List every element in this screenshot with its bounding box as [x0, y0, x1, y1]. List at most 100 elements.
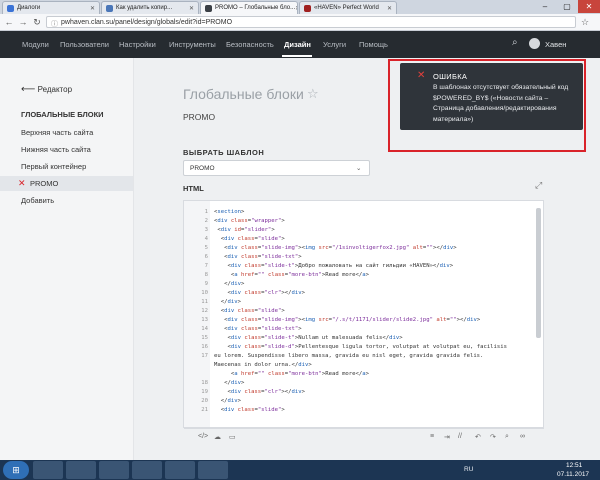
avatar[interactable]: [529, 38, 540, 49]
line-number: 18: [201, 380, 208, 386]
browser-tab-2[interactable]: Как удалить копир... ✕: [101, 1, 199, 14]
line-number: 3: [204, 227, 208, 233]
code-line: <section>: [214, 209, 245, 215]
line-number: 5: [204, 245, 208, 251]
taskbar-app-icon[interactable]: [165, 461, 195, 479]
user-name[interactable]: Хавен: [545, 31, 566, 58]
code-line: eu lorem. Suspendisse libero massa, grav…: [214, 353, 484, 359]
line-number: 13: [201, 317, 208, 323]
comment-icon[interactable]: //: [458, 433, 462, 440]
taskbar-app-icon[interactable]: [132, 461, 162, 479]
line-number: 10: [201, 290, 208, 296]
upload-icon[interactable]: ☁: [214, 433, 221, 441]
close-window-icon[interactable]: ✕: [578, 0, 600, 13]
maximize-icon[interactable]: ▢: [556, 0, 578, 13]
code-line: </div>: [214, 398, 241, 404]
code-line: <div class="slide">: [214, 236, 285, 242]
page-info-icon[interactable]: ⓘ: [51, 19, 58, 29]
code-line: <div class="slide-txt">: [214, 254, 302, 260]
line-number: 15: [201, 335, 208, 341]
close-icon[interactable]: ✕: [295, 5, 297, 12]
code-line: <div class="clr"></div>: [214, 290, 305, 296]
close-icon[interactable]: ✕: [189, 5, 194, 12]
code-line: <div class="slide">: [214, 407, 285, 413]
tab-favicon-icon: [7, 4, 14, 12]
taskbar-app-icon[interactable]: [198, 461, 228, 479]
taskbar-app-icon[interactable]: [99, 461, 129, 479]
code-line: <div class="clr"></div>: [214, 389, 305, 395]
tab-title: Диалоги: [17, 5, 41, 11]
line-number: 12: [201, 308, 208, 314]
sidebar-item-add[interactable]: Добавить: [21, 196, 54, 205]
line-number: 19: [201, 389, 208, 395]
forward-arrow-icon[interactable]: →: [16, 15, 30, 29]
html-label: HTML: [183, 184, 204, 193]
close-icon[interactable]: ✕: [18, 178, 26, 189]
undo-icon[interactable]: ↶: [475, 433, 481, 441]
settings-icon[interactable]: ∞: [520, 433, 525, 440]
nav-item-help[interactable]: Помощь: [359, 31, 388, 58]
code-icon[interactable]: </>: [198, 433, 208, 440]
sidebar-item-header[interactable]: Верхняя часть сайта: [21, 128, 93, 137]
nav-item-settings[interactable]: Настройки: [119, 31, 156, 58]
search-icon[interactable]: ⌕: [505, 433, 509, 441]
taskbar-explorer-icon[interactable]: [66, 461, 96, 479]
code-line: <div class="slide-img"><img src="/.s/t/1…: [214, 317, 481, 323]
nav-item-tools[interactable]: Инструменты: [169, 31, 216, 58]
line-number: 20: [201, 398, 208, 404]
nav-item-modules[interactable]: Модули: [22, 31, 49, 58]
template-icon[interactable]: ▭: [229, 433, 236, 441]
template-label: ВЫБРАТЬ ШАБЛОН: [183, 148, 265, 157]
back-to-editor-link[interactable]: ⟵ Редактор: [21, 84, 72, 95]
code-line: <a href="" class="more-btn">Read more</a…: [214, 272, 370, 278]
back-label: Редактор: [37, 85, 73, 94]
search-icon[interactable]: ⌕: [512, 37, 524, 49]
chevron-down-icon: ⌄: [356, 165, 362, 172]
nav-item-services[interactable]: Услуги: [323, 31, 346, 58]
browser-tab-3[interactable]: PROMO – Глобальные бло... ✕: [200, 1, 298, 14]
start-button-icon[interactable]: ⊞: [3, 461, 29, 479]
line-number: 11: [201, 299, 208, 305]
page-subtitle: PROMO: [183, 112, 216, 122]
code-line: <div class="slide-d">Pellentesque ligula…: [214, 344, 508, 350]
editor-scrollbar[interactable]: [536, 208, 541, 338]
close-icon[interactable]: ✕: [90, 5, 95, 12]
sidebar-item-footer[interactable]: Нижняя часть сайта: [21, 145, 91, 154]
clock-date[interactable]: 07.11.2017: [557, 471, 589, 478]
indent-icon[interactable]: ⇥: [444, 433, 450, 441]
minimize-icon[interactable]: –: [534, 0, 556, 13]
line-number: 16: [201, 344, 208, 350]
taskbar-chrome-icon[interactable]: [33, 461, 63, 479]
tab-favicon-icon: [304, 4, 311, 12]
star-favorite-icon[interactable]: ☆: [307, 86, 319, 102]
nav-item-design[interactable]: Дизайн: [284, 31, 311, 58]
close-icon[interactable]: ✕: [387, 5, 392, 12]
code-line: Maecenas in dolor urna.</div>: [214, 362, 312, 368]
clock-time[interactable]: 12:51: [566, 462, 582, 469]
nav-item-security[interactable]: Безопасность: [226, 31, 274, 58]
line-number: 17: [201, 353, 208, 359]
fullscreen-icon[interactable]: ⤢: [535, 180, 542, 191]
code-line: <div class="slide-t">Nullam ut malesuada…: [214, 335, 403, 341]
wrap-icon[interactable]: ≡: [430, 433, 434, 440]
sidebar-item-first-container[interactable]: Первый контейнер: [21, 162, 86, 171]
template-select-value: PROMO: [190, 165, 215, 172]
line-number: 4: [204, 236, 208, 242]
code-line: <div id="slider">: [214, 227, 275, 233]
active-nav-indicator: [282, 55, 312, 57]
redo-icon[interactable]: ↷: [490, 433, 496, 441]
nav-item-users[interactable]: Пользователи: [60, 31, 109, 58]
url-text: pwhaven.clan.su/panel/design/globals/edi…: [61, 18, 233, 26]
code-line: <div class="slide-t">Добро пожаловать на…: [214, 263, 454, 269]
code-line: <div class="slide-txt">: [214, 326, 302, 332]
url-input[interactable]: ⓘ pwhaven.clan.su/panel/design/globals/e…: [46, 16, 576, 28]
browser-tab-4[interactable]: «HAVEN» Perfect World ✕: [299, 1, 397, 14]
reload-icon[interactable]: ↻: [30, 15, 44, 29]
line-number: 9: [204, 281, 208, 287]
back-arrow-icon[interactable]: ←: [2, 15, 16, 29]
browser-tab-1[interactable]: Диалоги ✕: [2, 1, 100, 14]
code-line: </div>: [214, 299, 241, 305]
template-select[interactable]: PROMO ⌄: [183, 160, 370, 176]
language-indicator[interactable]: RU: [464, 466, 473, 473]
star-bookmark-icon[interactable]: ☆: [578, 15, 592, 29]
